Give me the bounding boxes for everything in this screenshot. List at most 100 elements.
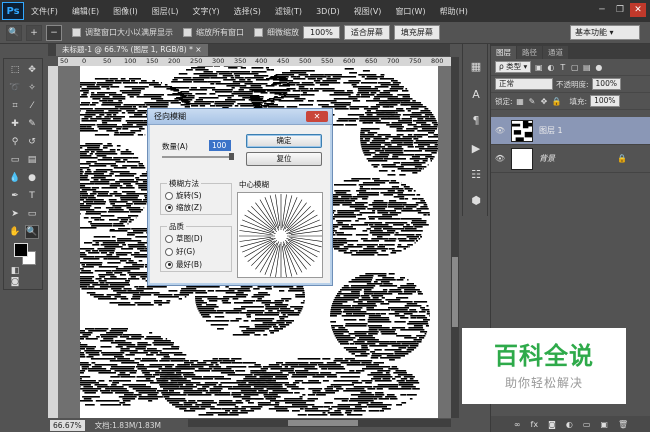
fit-screen-button[interactable]: 适合屏幕 bbox=[343, 25, 390, 40]
crop-tool-icon[interactable]: ⌗ bbox=[8, 99, 22, 113]
smart-filter-icon[interactable]: ▤ bbox=[582, 63, 591, 72]
dialog-close-button[interactable]: ✕ bbox=[306, 111, 328, 122]
lock-transparent-icon[interactable]: ▦ bbox=[516, 97, 525, 106]
radio-draft[interactable]: 草图(D) bbox=[165, 233, 203, 244]
type-tool-icon[interactable]: T bbox=[25, 189, 39, 203]
menu-edit[interactable]: 编辑(E) bbox=[65, 6, 106, 17]
layer-row[interactable]: 👁 背景 🔒 bbox=[491, 145, 650, 173]
adjustment-layer-icon[interactable]: ◐ bbox=[566, 420, 573, 429]
gradient-tool-icon[interactable]: ▤ bbox=[25, 153, 39, 167]
fill-field[interactable]: 100% bbox=[590, 95, 620, 107]
document-tab-close-icon[interactable]: × bbox=[195, 45, 201, 54]
path-select-icon[interactable]: ➤ bbox=[8, 207, 22, 221]
clone-stamp-icon[interactable]: ⚲ bbox=[8, 135, 22, 149]
document-info[interactable]: 文档:1.83M/1.83M bbox=[95, 420, 161, 431]
zoom-in-icon[interactable]: + bbox=[26, 24, 42, 41]
healing-brush-icon[interactable]: ✚ bbox=[8, 117, 22, 131]
blend-mode-select[interactable]: 正常 bbox=[495, 78, 553, 90]
history-brush-icon[interactable]: ↺ bbox=[25, 135, 39, 149]
opacity-field[interactable]: 100% bbox=[591, 78, 621, 90]
brush-tool-icon[interactable]: ✎ bbox=[25, 117, 39, 131]
dodge-tool-icon[interactable]: ● bbox=[25, 171, 39, 185]
link-layers-icon[interactable]: ∞ bbox=[514, 420, 521, 429]
layer-filter-select[interactable]: ρ 类型 ▾ bbox=[495, 61, 532, 73]
tab-paths[interactable]: 路径 bbox=[517, 46, 542, 59]
document-tab[interactable]: 未标题-1 @ 66.7% (图层 1, RGB/8) * × bbox=[56, 44, 208, 56]
menu-select[interactable]: 选择(S) bbox=[227, 6, 268, 17]
eye-icon[interactable]: 👁 bbox=[491, 126, 509, 135]
tab-layers[interactable]: 图层 bbox=[491, 46, 516, 59]
vertical-scroll-thumb[interactable] bbox=[452, 257, 458, 327]
radio-button[interactable] bbox=[165, 203, 173, 212]
horizontal-scrollbar[interactable] bbox=[188, 419, 451, 427]
pen-tool-icon[interactable]: ✒ bbox=[8, 189, 22, 203]
fill-screen-button[interactable]: 填充屏幕 bbox=[393, 25, 440, 40]
actions-panel-icon[interactable]: ▶ bbox=[468, 140, 484, 156]
tab-channels[interactable]: 通道 bbox=[543, 46, 568, 59]
zoom-out-icon[interactable]: − bbox=[46, 24, 62, 41]
filter-toggle-icon[interactable]: ● bbox=[594, 63, 603, 72]
zoom-all-checkbox[interactable] bbox=[183, 28, 192, 37]
minimize-button[interactable]: ─ bbox=[594, 3, 610, 17]
menu-help[interactable]: 帮助(H) bbox=[433, 6, 475, 17]
delete-layer-icon[interactable]: 🗑 bbox=[618, 420, 628, 429]
amount-slider[interactable] bbox=[162, 156, 232, 158]
3d-panel-icon[interactable]: ⬢ bbox=[468, 192, 484, 208]
lasso-tool-icon[interactable]: ➰ bbox=[8, 81, 22, 95]
radio-good[interactable]: 好(G) bbox=[165, 246, 195, 257]
restore-button[interactable]: ❐ bbox=[612, 3, 628, 17]
workspace-select[interactable]: 基本功能 ▾ bbox=[570, 25, 640, 40]
rectangle-tool-icon[interactable]: ▭ bbox=[25, 207, 39, 221]
history-panel-icon[interactable]: ▦ bbox=[468, 58, 484, 74]
radio-zoom[interactable]: 缩放(Z) bbox=[165, 202, 202, 213]
resize-windows-checkbox[interactable] bbox=[72, 28, 81, 37]
eye-icon[interactable]: 👁 bbox=[491, 154, 509, 163]
amount-slider-handle[interactable] bbox=[229, 153, 234, 160]
zoom-tool-preset-icon[interactable]: 🔍 bbox=[6, 24, 22, 41]
layer-row[interactable]: 👁 图层 1 bbox=[491, 117, 650, 145]
paragraph-panel-icon[interactable]: ¶ bbox=[468, 112, 484, 128]
eraser-tool-icon[interactable]: ▭ bbox=[8, 153, 22, 167]
radio-button[interactable] bbox=[165, 234, 173, 243]
actual-pixels-button[interactable]: 100% bbox=[303, 26, 340, 39]
eyedropper-icon[interactable]: ⁄ bbox=[25, 99, 39, 113]
vertical-scrollbar[interactable] bbox=[451, 57, 459, 418]
radio-spin[interactable]: 旋转(S) bbox=[165, 190, 202, 201]
new-layer-icon[interactable]: ▣ bbox=[600, 420, 608, 429]
layer-mask-icon[interactable]: ◙ bbox=[548, 420, 556, 429]
lock-image-icon[interactable]: ✎ bbox=[528, 97, 537, 106]
ok-button[interactable]: 确定 bbox=[246, 134, 322, 148]
adjustment-filter-icon[interactable]: ◐ bbox=[546, 63, 555, 72]
lock-position-icon[interactable]: ✥ bbox=[540, 97, 549, 106]
close-button[interactable]: ✕ bbox=[630, 3, 646, 17]
properties-panel-icon[interactable]: ☷ bbox=[468, 166, 484, 182]
character-panel-icon[interactable]: A bbox=[468, 86, 484, 102]
menu-image[interactable]: 图像(I) bbox=[106, 6, 145, 17]
radio-button[interactable] bbox=[165, 247, 173, 256]
reset-button[interactable]: 复位 bbox=[246, 152, 322, 166]
scrubby-zoom-checkbox[interactable] bbox=[254, 28, 263, 37]
blur-tool-icon[interactable]: 💧 bbox=[8, 171, 22, 185]
radio-button[interactable] bbox=[165, 260, 173, 269]
type-filter-icon[interactable]: T bbox=[558, 63, 567, 72]
magic-wand-icon[interactable]: ✧ bbox=[25, 81, 39, 95]
menu-filter[interactable]: 滤镜(T) bbox=[268, 6, 309, 17]
amount-input[interactable]: 100 bbox=[209, 140, 231, 151]
lock-all-icon[interactable]: 🔒 bbox=[552, 97, 562, 106]
menu-file[interactable]: 文件(F) bbox=[24, 6, 65, 17]
quick-mask-icon[interactable]: ◙ bbox=[8, 275, 22, 289]
move-tool-icon[interactable]: ✥ bbox=[25, 63, 39, 77]
menu-layer[interactable]: 图层(L) bbox=[145, 6, 186, 17]
zoom-level-field[interactable]: 66.67% bbox=[50, 419, 85, 431]
layer-style-icon[interactable]: fx bbox=[531, 420, 539, 429]
radio-best[interactable]: 最好(B) bbox=[165, 259, 202, 270]
menu-window[interactable]: 窗口(W) bbox=[388, 6, 432, 17]
hand-tool-icon[interactable]: ✋ bbox=[8, 225, 22, 239]
pixel-filter-icon[interactable]: ▣ bbox=[534, 63, 543, 72]
horizontal-scroll-thumb[interactable] bbox=[288, 420, 358, 426]
menu-type[interactable]: 文字(Y) bbox=[185, 6, 226, 17]
radio-button[interactable] bbox=[165, 191, 173, 200]
menu-3d[interactable]: 3D(D) bbox=[309, 7, 347, 16]
group-icon[interactable]: ▭ bbox=[583, 420, 591, 429]
foreground-color-swatch[interactable] bbox=[14, 243, 28, 257]
